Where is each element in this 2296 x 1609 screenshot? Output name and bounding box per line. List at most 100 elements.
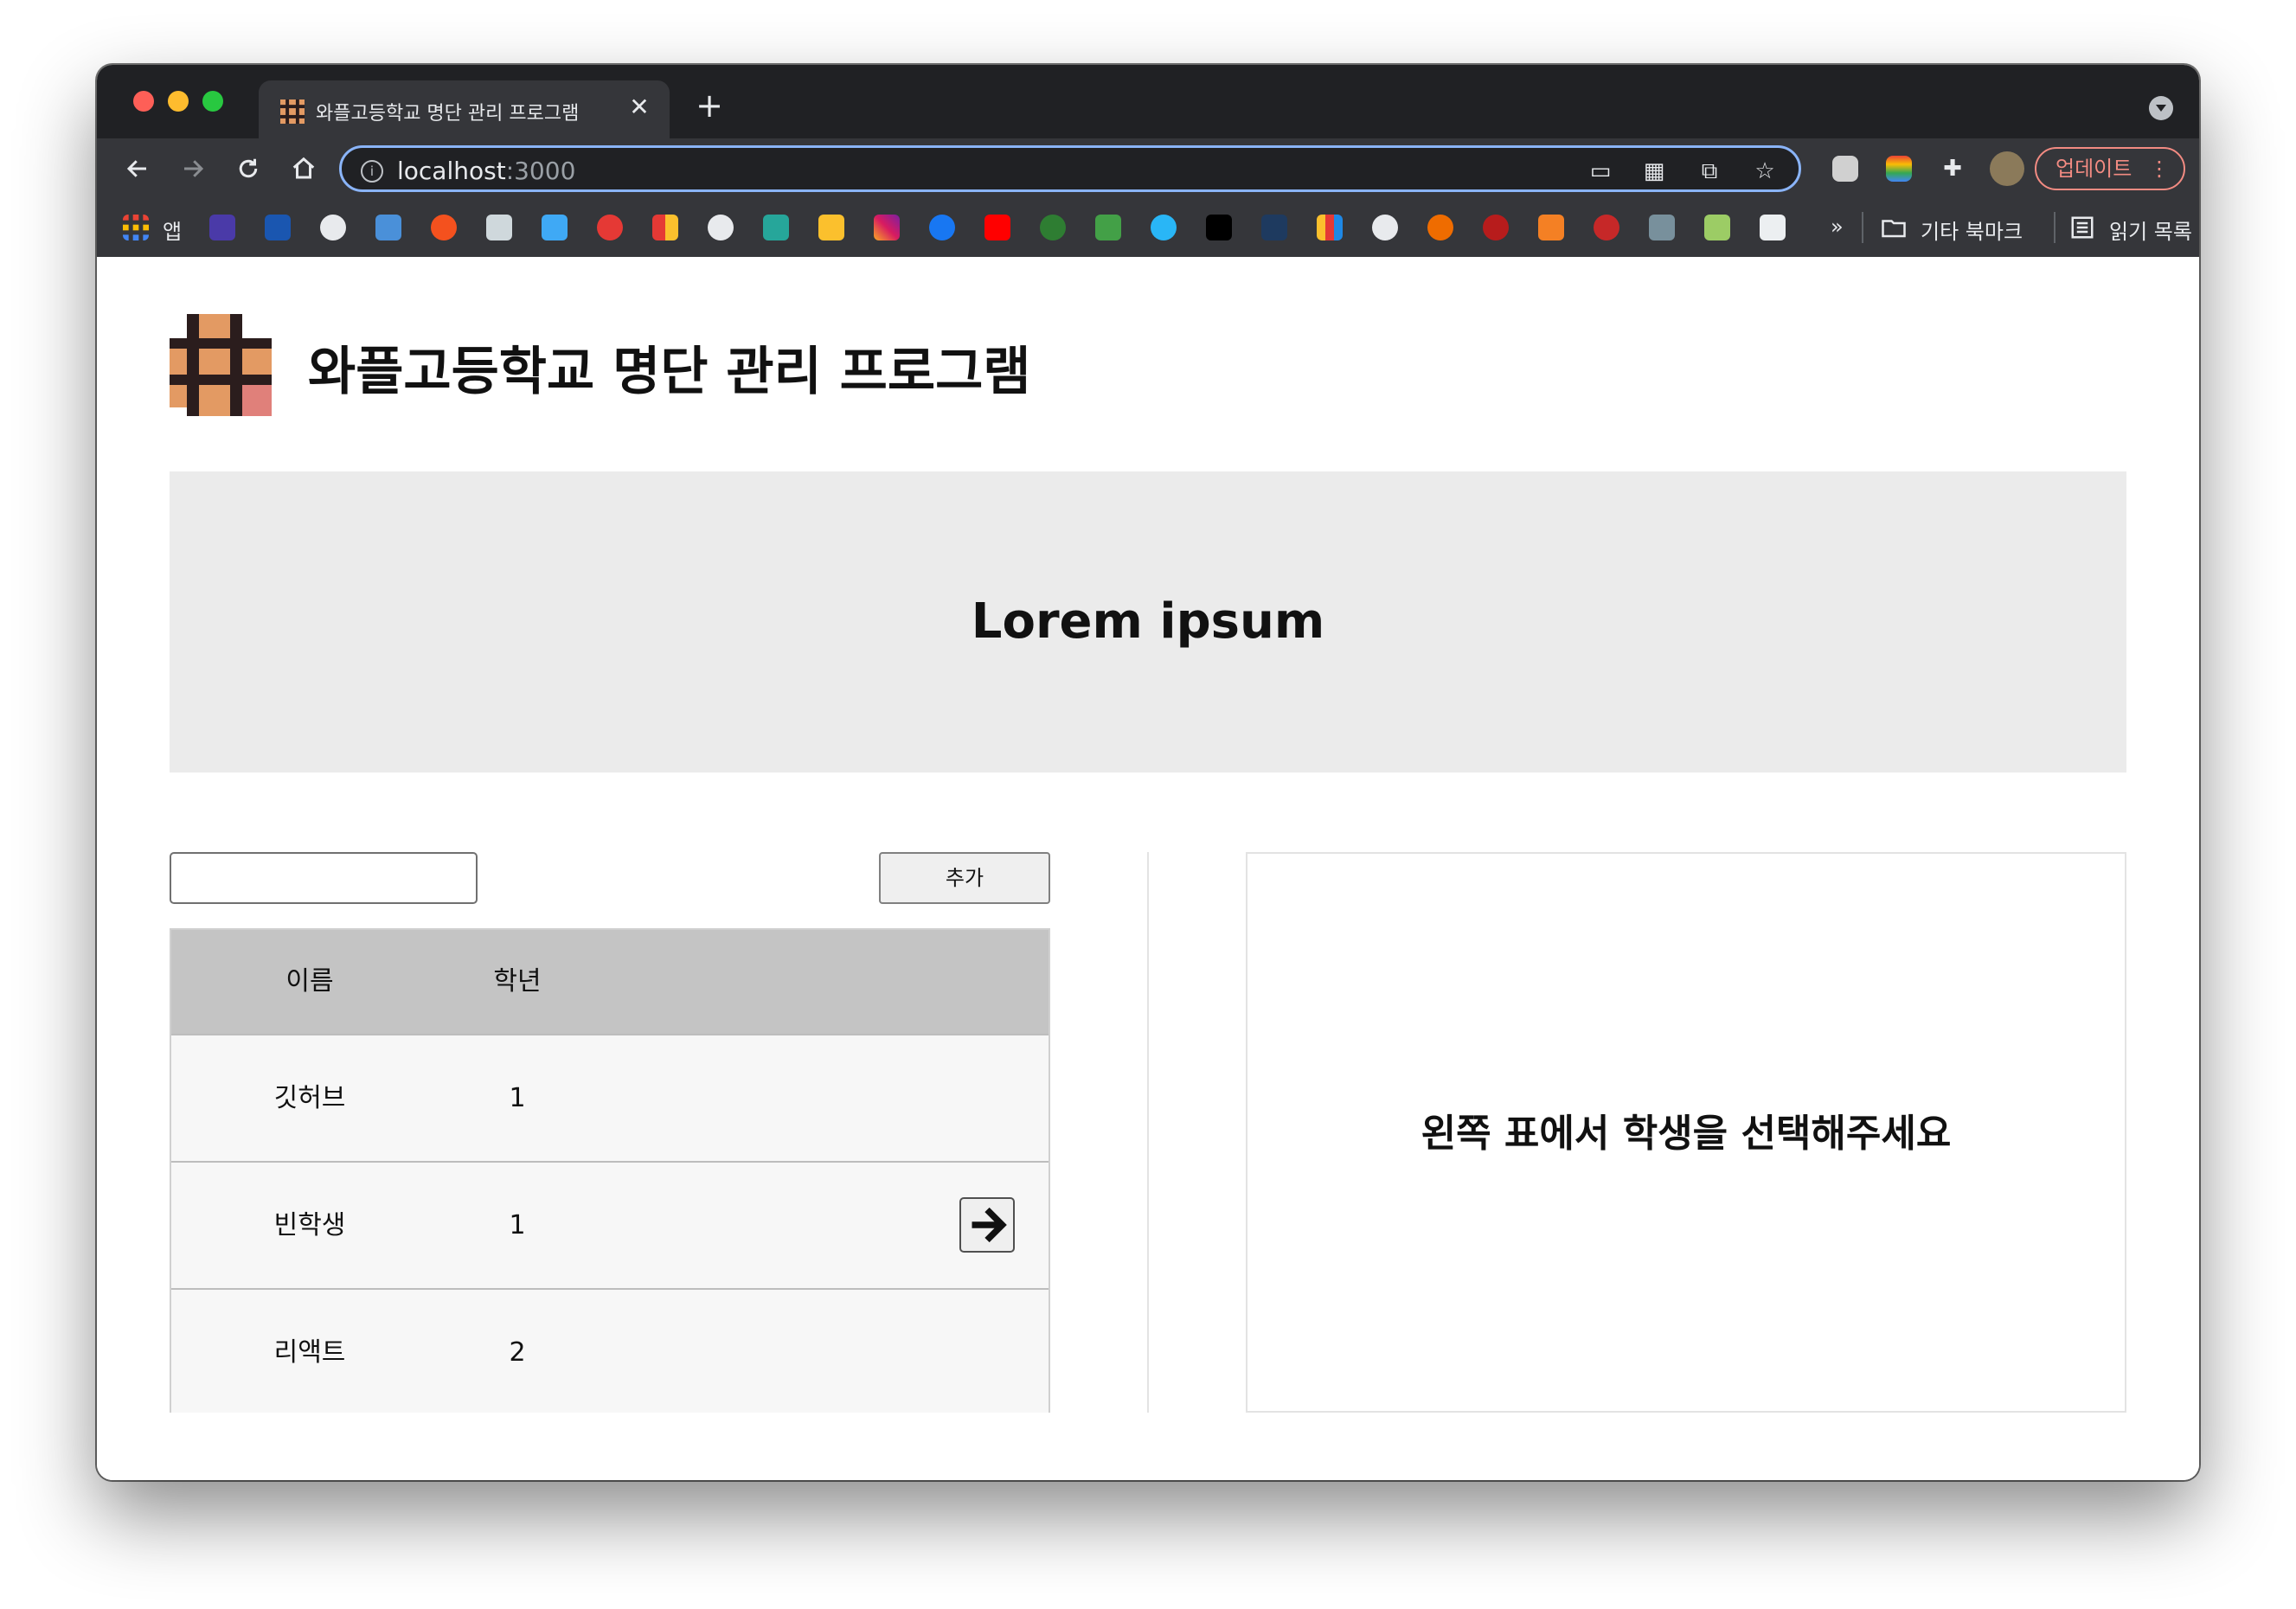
student-name-input[interactable] [170,852,478,904]
home-icon [292,157,315,179]
bookmark-favicon-icon[interactable] [209,215,235,240]
cell-name: 빈학생 [273,1210,346,1240]
globe-icon[interactable] [708,215,734,240]
bookmark-favicon-icon[interactable] [1261,215,1287,240]
bookmark-favicon-icon[interactable] [597,215,623,240]
bookmark-favicon-icon[interactable] [1594,215,1619,240]
cell-grade: 1 [509,1210,526,1240]
bookmarks-bar: 앱 » 기타 북마크 읽기 목록 [97,199,2199,258]
zoom-window-button[interactable] [202,91,223,112]
bookmark-favicon-icon[interactable] [542,215,568,240]
facebook-icon[interactable] [929,215,955,240]
apps-grid-icon[interactable] [123,215,149,240]
cell-grade: 2 [509,1337,526,1368]
bookmark-apps-label[interactable]: 앱 [163,215,182,245]
bookmark-favicon-icon[interactable] [1760,215,1786,240]
bookmark-star-icon[interactable]: ☆ [1752,158,1778,184]
minimize-window-button[interactable] [168,91,189,112]
reload-icon [239,158,258,178]
view-detail-button[interactable] [959,1197,1015,1253]
cast-icon[interactable]: ▭ [1587,158,1613,184]
bookmark-separator [2054,212,2055,243]
bookmarks-overflow-icon[interactable]: » [1831,215,1844,239]
bookmark-favicon-icon[interactable] [375,215,401,240]
browser-window: 와플고등학교 명단 관리 프로그램 ✕ + i localhost:3000 ▭… [97,65,2199,1480]
hero-text: Lorem ipsum [971,593,1325,650]
new-tab-button[interactable]: + [694,89,725,122]
update-button[interactable]: 업데이트 ⋮ [2035,147,2185,190]
bookmark-favicon-icon[interactable] [763,215,789,240]
tab-search-icon[interactable] [2149,96,2173,120]
bookmark-favicon-icon[interactable] [1704,215,1730,240]
bookmark-favicon-icon[interactable] [1649,215,1675,240]
bookmark-favicon-icon[interactable] [265,215,291,240]
table-row[interactable]: 리액트 2 [171,1288,1049,1413]
folder-icon[interactable] [1881,215,1907,240]
bookmark-favicon-icon[interactable] [1040,215,1066,240]
table-header: 이름 학년 [171,930,1049,1034]
bookmark-favicon-icon[interactable] [1206,215,1232,240]
table-row[interactable]: 빈학생 1 [171,1161,1049,1288]
bookmark-separator [1862,212,1863,243]
url-port: :3000 [505,157,576,185]
extension-color-icon[interactable] [1886,156,1912,182]
bookmark-favicon-icon[interactable] [818,215,844,240]
site-info-icon[interactable]: i [361,160,383,183]
globe-icon[interactable] [320,215,346,240]
browser-titlebar: 와플고등학교 명단 관리 프로그램 ✕ + [97,65,2199,138]
panel-divider [1147,852,1149,1413]
cell-name: 리액트 [273,1337,346,1368]
browser-toolbar: i localhost:3000 ▭ ▦ ⧉ ☆ ✚ 업데이트 ⋮ [97,138,2199,199]
bookmark-favicon-icon[interactable] [1427,215,1453,240]
tab-close-icon[interactable]: ✕ [625,93,654,122]
student-detail-panel: 왼쪽 표에서 학생을 선택해주세요 [1246,852,2126,1413]
back-button[interactable] [119,151,156,187]
bookmark-reading-label[interactable]: 읽기 목록 [2109,215,2192,245]
column-header-grade: 학년 [493,966,542,997]
reload-button[interactable] [230,151,266,187]
column-header-name: 이름 [285,966,334,997]
bookmark-favicon-icon[interactable] [652,215,678,240]
menu-dots-icon[interactable]: ⋮ [2149,149,2170,189]
add-button[interactable]: 추가 [879,852,1050,904]
puzzle-icon[interactable]: ✚ [1940,156,1966,182]
tab-title: 와플고등학교 명단 관리 프로그램 [316,103,580,125]
extension-icon[interactable] [1832,156,1858,182]
update-label: 업데이트 [2055,157,2132,181]
address-bar[interactable]: i localhost:3000 ▭ ▦ ⧉ ☆ [339,145,1801,192]
github-icon[interactable] [1372,215,1398,240]
avatar[interactable] [1990,151,2024,186]
apps-grid-icon[interactable]: ▦ [1641,158,1667,184]
home-button[interactable] [285,151,322,187]
bookmark-favicon-icon[interactable] [486,215,512,240]
waffle-logo-icon [170,314,272,416]
student-table: 이름 학년 깃허브 1 빈학생 1 리액트 2 [170,928,1050,1413]
table-row[interactable]: 깃허브 1 [171,1034,1049,1161]
arrow-right-icon [972,1207,1007,1243]
detail-placeholder: 왼쪽 표에서 학생을 선택해주세요 [1421,1112,1952,1156]
address-url[interactable]: localhost:3000 [397,157,575,185]
translate-icon[interactable]: ⧉ [1696,158,1722,184]
bookmark-favicon-icon[interactable] [431,215,457,240]
hero-banner: Lorem ipsum [170,471,2126,772]
arrow-left-icon [126,160,146,177]
bookmark-other-label[interactable]: 기타 북마크 [1921,215,2023,245]
cell-grade: 1 [509,1083,526,1113]
youtube-icon[interactable] [984,215,1010,240]
bookmark-favicon-icon[interactable] [1483,215,1509,240]
waffle-favicon-icon [280,99,305,124]
cell-name: 깃허브 [273,1083,346,1113]
stackoverflow-icon[interactable] [1538,215,1564,240]
forward-button[interactable] [175,151,211,187]
page-content: 와플고등학교 명단 관리 프로그램 Lorem ipsum 추가 이름 학년 깃… [97,257,2199,1480]
reading-list-icon[interactable] [2069,215,2095,240]
close-window-button[interactable] [133,91,154,112]
bookmark-favicon-icon[interactable] [1151,215,1177,240]
bookmark-favicon-icon[interactable] [1095,215,1121,240]
instagram-icon[interactable] [874,215,900,240]
arrow-right-icon [184,160,204,177]
url-host: localhost [397,157,506,185]
page-title: 와플고등학교 명단 관리 프로그램 [308,342,1031,402]
tab-active[interactable]: 와플고등학교 명단 관리 프로그램 ✕ [259,80,670,138]
bookmark-favicon-icon[interactable] [1317,215,1343,240]
